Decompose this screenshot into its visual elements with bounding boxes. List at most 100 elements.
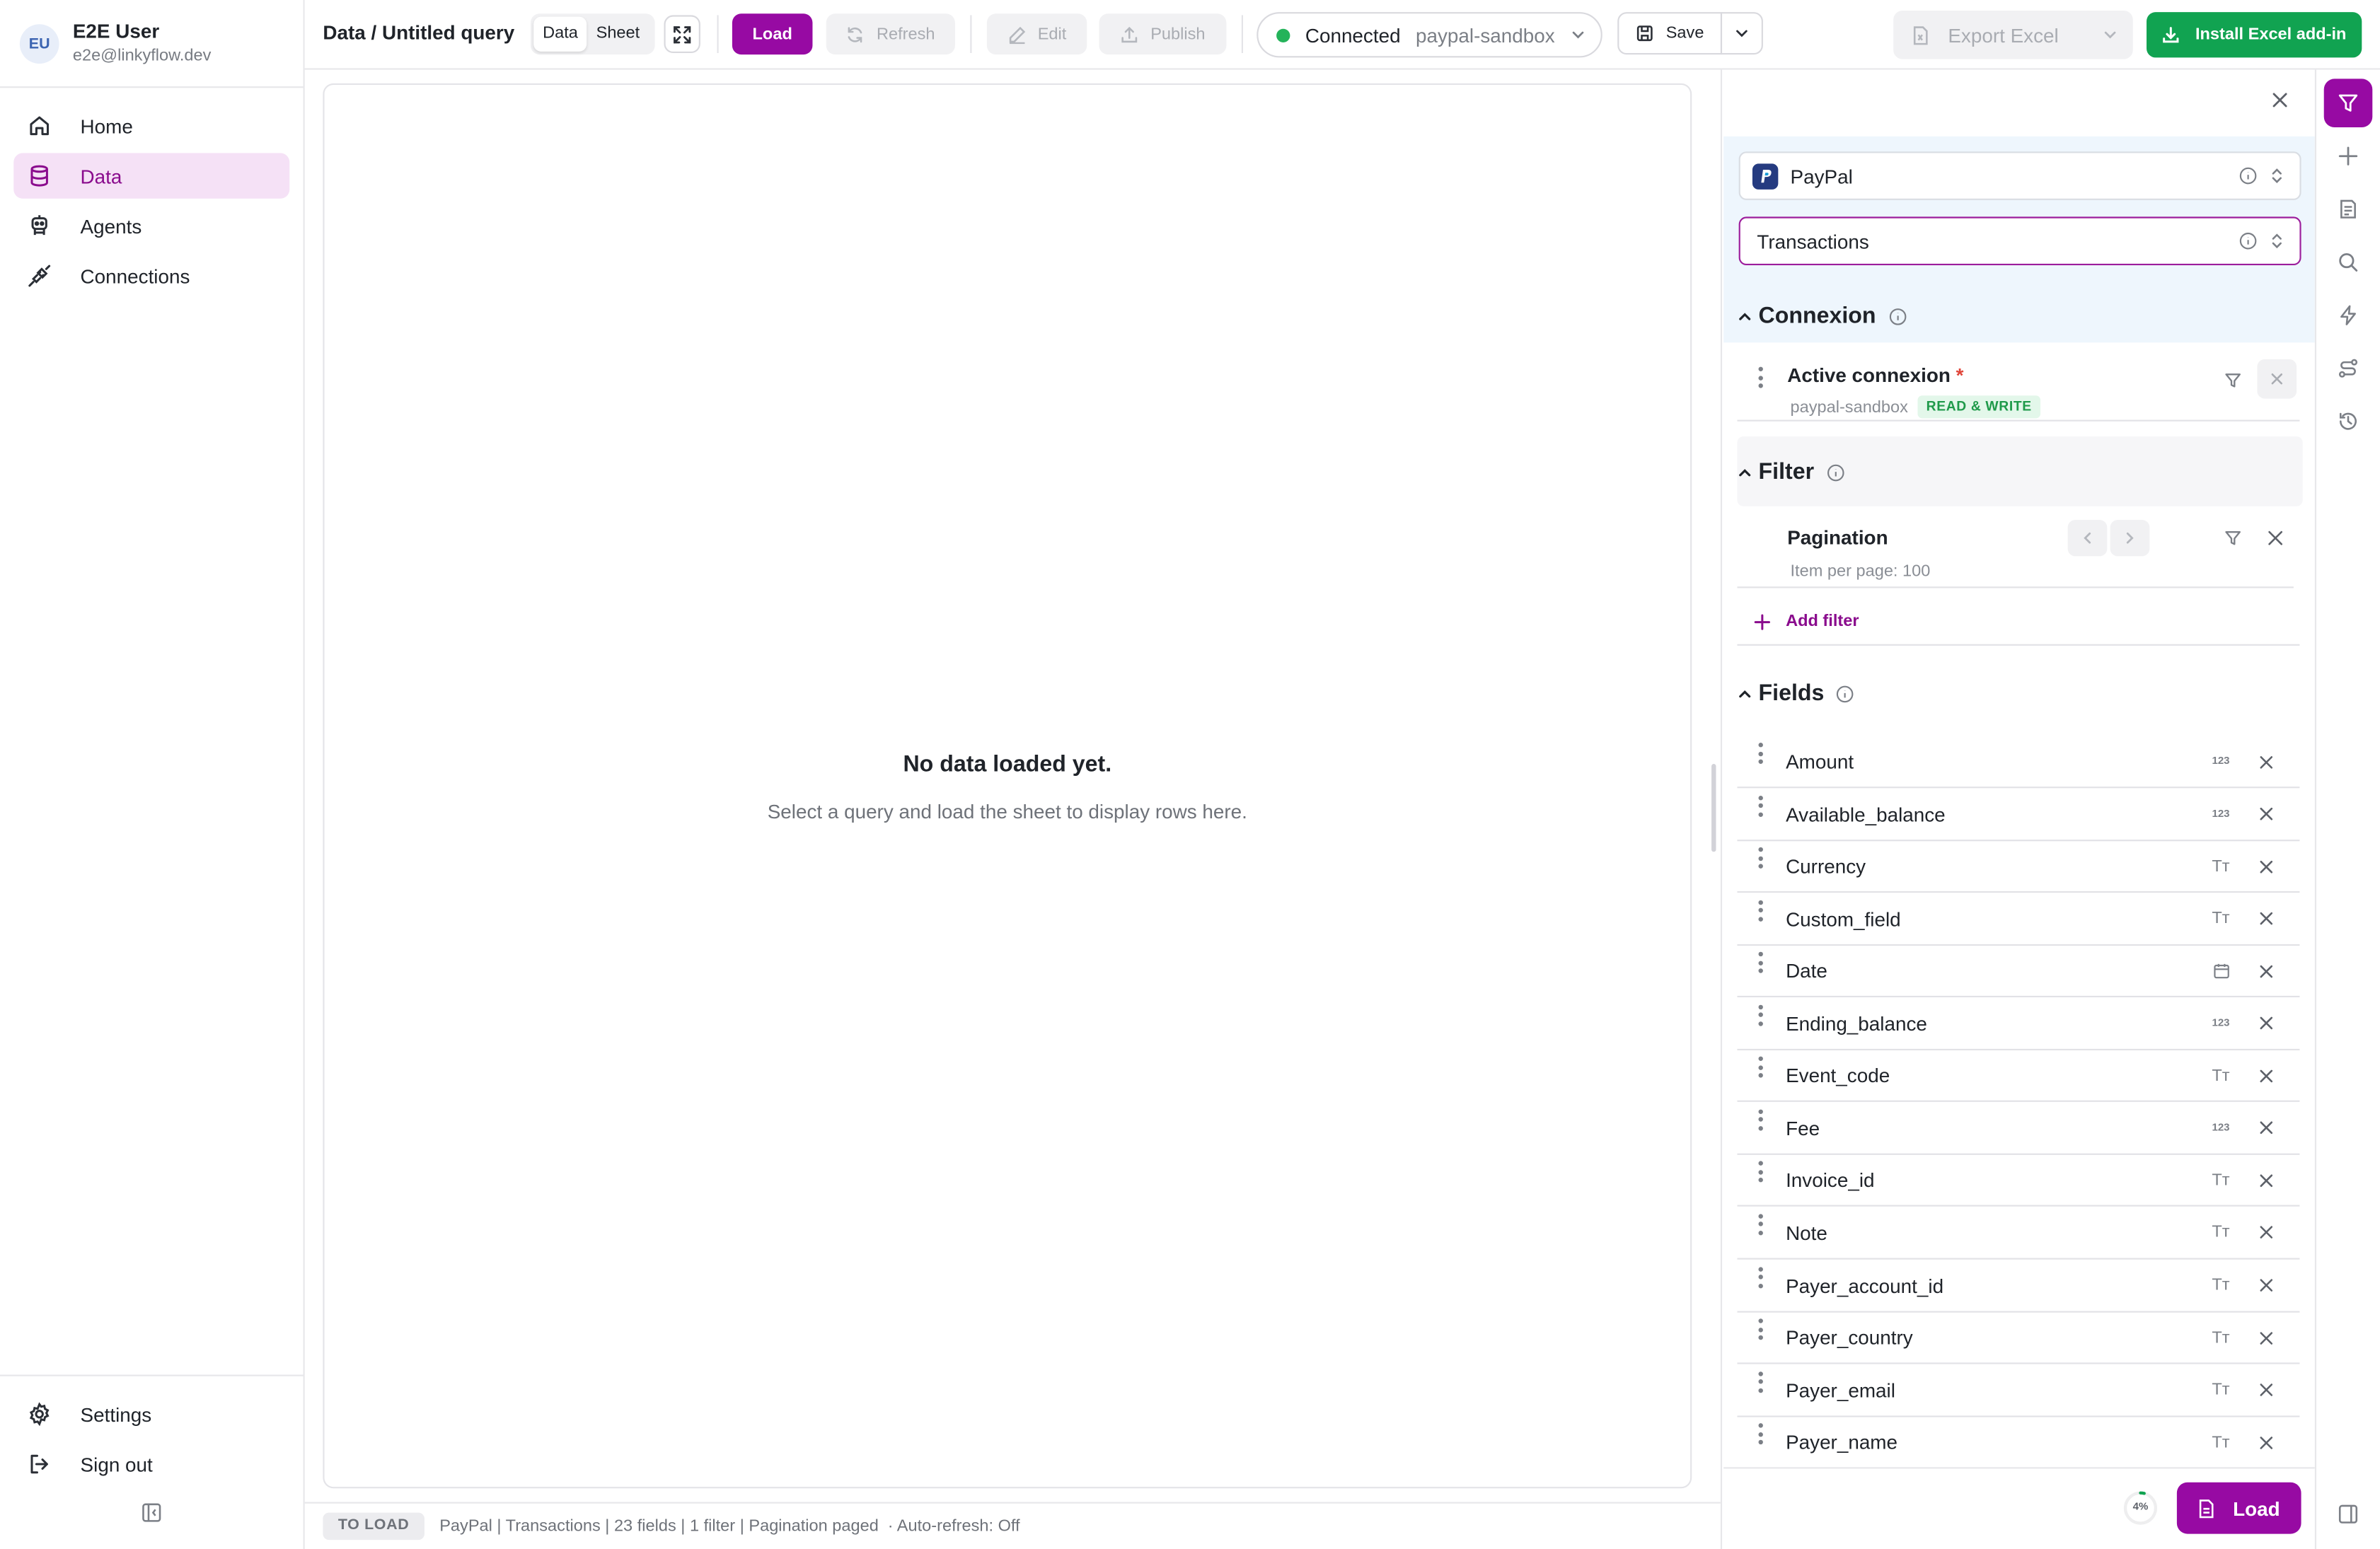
field-row[interactable]: Available_balance 123: [1737, 789, 2300, 841]
sidebar-item-sign-out[interactable]: Sign out: [13, 1441, 289, 1487]
remove-field-button[interactable]: [2255, 1327, 2277, 1348]
remove-connexion-button[interactable]: [2257, 359, 2297, 399]
remove-field-button[interactable]: [2255, 1170, 2277, 1191]
notes-tool-button[interactable]: [2331, 192, 2364, 226]
info-icon[interactable]: [1837, 684, 1855, 702]
refresh-button[interactable]: Refresh: [826, 13, 955, 55]
tab-sheet[interactable]: Sheet: [587, 17, 649, 52]
field-row[interactable]: Fee 123: [1737, 1103, 2300, 1155]
drag-handle-icon[interactable]: [1758, 795, 1765, 817]
remove-field-button[interactable]: [2255, 803, 2277, 825]
filter-section-header[interactable]: Filter: [1738, 459, 1844, 485]
automation-tool-button[interactable]: [2331, 298, 2364, 332]
history-tool-button[interactable]: [2331, 405, 2364, 438]
drag-handle-icon[interactable]: [1758, 366, 1765, 388]
remove-field-button[interactable]: [2255, 1013, 2277, 1034]
field-row[interactable]: Date: [1737, 946, 2300, 998]
drag-handle-icon[interactable]: [1758, 1423, 1765, 1445]
drag-handle-icon[interactable]: [1758, 1214, 1765, 1236]
field-row[interactable]: Payer_email Tт: [1737, 1365, 2300, 1417]
table-select[interactable]: Transactions: [1738, 216, 2301, 265]
install-excel-addin-button[interactable]: Install Excel add-in: [2147, 12, 2362, 58]
drag-handle-icon[interactable]: [1758, 743, 1765, 764]
field-row[interactable]: Invoice_id Tт: [1737, 1156, 2300, 1207]
fullscreen-button[interactable]: [664, 15, 700, 53]
collapse-sidebar-icon[interactable]: [141, 1502, 162, 1524]
field-row[interactable]: Event_code Tт: [1737, 1051, 2300, 1103]
toggle-panel-button[interactable]: [2331, 1497, 2364, 1531]
panel-resize-handle[interactable]: [1711, 764, 1716, 852]
sidebar-item-settings[interactable]: Settings: [13, 1391, 289, 1437]
connection-selector[interactable]: Connected paypal-sandbox: [1257, 12, 1602, 58]
toolbar: Data / Untitled query Data Sheet Load Re…: [304, 0, 2380, 70]
sidebar-item-data[interactable]: Data: [13, 153, 290, 199]
drag-handle-icon[interactable]: [1758, 1109, 1765, 1131]
text-type-icon: Tт: [2212, 857, 2230, 876]
user-name: E2E User: [72, 19, 160, 43]
drag-handle-icon[interactable]: [1758, 900, 1765, 922]
add-tool-button[interactable]: [2331, 139, 2364, 173]
remove-filter-button[interactable]: [2268, 530, 2283, 545]
field-name: Invoice_id: [1786, 1168, 1875, 1193]
sidebar-item-connections[interactable]: Connections: [13, 253, 289, 298]
remove-field-button[interactable]: [2255, 1432, 2277, 1453]
fields-section-header[interactable]: Fields: [1738, 680, 1855, 707]
drag-handle-icon[interactable]: [1758, 1318, 1765, 1340]
filter-tool-button[interactable]: [2323, 79, 2373, 127]
edit-button[interactable]: Edit: [986, 13, 1087, 55]
drag-handle-icon[interactable]: [1758, 1161, 1765, 1183]
transform-tool-button[interactable]: [2331, 352, 2364, 385]
remove-field-button[interactable]: [2255, 961, 2277, 982]
previous-page-button[interactable]: [2067, 520, 2108, 557]
field-row[interactable]: Ending_balance 123: [1737, 999, 2300, 1050]
field-row[interactable]: Payer_country Tт: [1737, 1313, 2300, 1364]
remove-field-button[interactable]: [2255, 751, 2277, 772]
remove-field-button[interactable]: [2255, 1065, 2277, 1086]
next-page-button[interactable]: [2110, 520, 2150, 557]
drag-handle-icon[interactable]: [1758, 1057, 1765, 1079]
search-tool-button[interactable]: [2331, 245, 2364, 279]
info-icon[interactable]: [1826, 463, 1844, 482]
filter-icon[interactable]: [2224, 529, 2242, 547]
field-row[interactable]: Payer_name Tт: [1738, 1417, 2300, 1467]
publish-button[interactable]: Publish: [1099, 13, 1227, 55]
info-icon[interactable]: [2239, 167, 2258, 185]
panel-load-button[interactable]: Load: [2176, 1482, 2301, 1534]
sidebar-item-agents[interactable]: Agents: [13, 203, 289, 248]
field-row[interactable]: Note Tт: [1737, 1208, 2300, 1260]
remove-field-button[interactable]: [2255, 856, 2277, 877]
sidebar-item-home[interactable]: Home: [13, 103, 289, 149]
close-panel-button[interactable]: [2270, 89, 2291, 110]
info-icon[interactable]: [1888, 307, 1907, 325]
pagination-filter-row: Pagination Item per page: 100: [1737, 512, 2294, 588]
export-excel-button[interactable]: Export Excel: [1893, 11, 2133, 59]
remove-field-button[interactable]: [2255, 1222, 2277, 1243]
info-icon[interactable]: [2239, 232, 2258, 250]
remove-field-button[interactable]: [2255, 908, 2277, 929]
required-mark: *: [1956, 364, 1964, 387]
save-button[interactable]: Save: [1617, 12, 1723, 55]
tool-rail: [2314, 69, 2380, 1549]
drag-handle-icon[interactable]: [1758, 1004, 1765, 1026]
drag-handle-icon[interactable]: [1758, 952, 1765, 974]
field-row[interactable]: Custom_field Tт: [1737, 894, 2300, 946]
remove-field-button[interactable]: [2255, 1275, 2277, 1296]
tab-data[interactable]: Data: [533, 16, 587, 52]
add-filter-button[interactable]: Add filter: [1754, 613, 1859, 630]
filter-icon[interactable]: [2224, 371, 2242, 390]
chevron-right-icon: [2126, 532, 2134, 544]
field-row[interactable]: Currency Tт: [1737, 841, 2300, 893]
drag-handle-icon[interactable]: [1758, 1371, 1765, 1393]
source-select[interactable]: PayPal: [1738, 151, 2301, 200]
connexion-section-header[interactable]: Connexion: [1738, 303, 1907, 329]
user-card[interactable]: EU E2E User e2e@linkyflow.dev: [0, 0, 304, 88]
remove-field-button[interactable]: [2255, 1118, 2277, 1139]
load-button[interactable]: Load: [732, 13, 813, 55]
drag-handle-icon[interactable]: [1758, 1266, 1765, 1288]
save-options-button[interactable]: [1720, 12, 1763, 55]
drag-handle-icon[interactable]: [1758, 847, 1765, 869]
edit-label: Edit: [1037, 25, 1067, 44]
field-row[interactable]: Payer_account_id Tт: [1737, 1260, 2300, 1312]
field-row[interactable]: Amount 123: [1737, 736, 2300, 789]
remove-field-button[interactable]: [2255, 1379, 2277, 1400]
